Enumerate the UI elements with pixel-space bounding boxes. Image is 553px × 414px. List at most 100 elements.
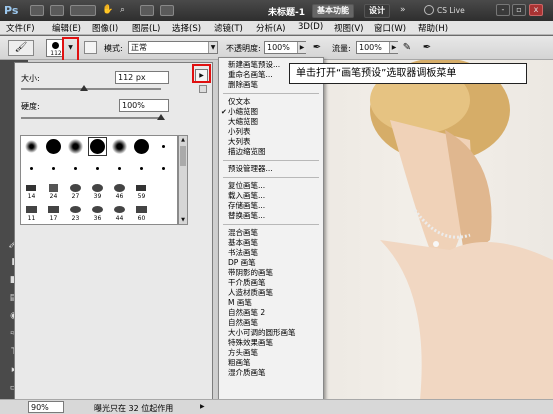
brush-dot-4[interactable] xyxy=(89,160,106,177)
menu-item-library[interactable]: 带阴影的画笔 xyxy=(219,268,323,278)
menu-item-text-only[interactable]: 仅文本 xyxy=(219,97,323,107)
opacity-dropdown-icon[interactable]: ▶ xyxy=(297,42,306,53)
scroll-thumb[interactable] xyxy=(180,146,186,166)
menu-layer[interactable]: 图层(L) xyxy=(132,22,160,34)
flow-dropdown-icon[interactable]: ▶ xyxy=(389,42,398,53)
brush-dot-small[interactable] xyxy=(155,138,172,155)
menu-file[interactable]: 文件(F) xyxy=(6,22,35,34)
hardness-input[interactable]: 100% xyxy=(119,99,169,112)
brush-texture-9[interactable]: 23 xyxy=(67,204,84,222)
menu-item-library[interactable]: 基本画笔 xyxy=(219,238,323,248)
brush-panel-toggle-icon[interactable] xyxy=(84,41,97,54)
reset-size-icon[interactable] xyxy=(199,85,207,93)
menu-filter[interactable]: 滤镜(T) xyxy=(214,22,243,34)
size-slider-track[interactable] xyxy=(21,88,161,90)
menu-view[interactable]: 视图(V) xyxy=(334,22,363,34)
brush-dot-5[interactable] xyxy=(111,160,128,177)
brush-texture-6[interactable]: 59 xyxy=(133,182,150,200)
tablet-size-icon[interactable]: ✒ xyxy=(420,40,434,55)
size-input[interactable]: 112 px xyxy=(115,71,169,84)
menu-analysis[interactable]: 分析(A) xyxy=(256,22,285,34)
workspace-design-button[interactable]: 设计 xyxy=(364,4,390,18)
brush-hard-round-3[interactable] xyxy=(133,138,150,155)
status-menu-icon[interactable]: ▶ xyxy=(200,403,205,410)
airbrush-icon[interactable]: ✎ xyxy=(400,40,414,55)
menu-item-preset-manager[interactable]: 预设管理器... xyxy=(219,164,323,174)
menu-item-library[interactable]: 方头画笔 xyxy=(219,348,323,358)
menu-3d[interactable]: 3D(D) xyxy=(298,22,323,32)
menu-item-library[interactable]: 自然画笔 xyxy=(219,318,323,328)
menu-item-replace[interactable]: 替换画笔... xyxy=(219,211,323,221)
menu-item-library[interactable]: M 画笔 xyxy=(219,298,323,308)
menu-item-library[interactable]: 混合画笔 xyxy=(219,228,323,238)
brush-texture-1[interactable]: 14 xyxy=(23,182,40,200)
minimize-button[interactable]: - xyxy=(496,4,510,16)
size-slider-knob[interactable] xyxy=(80,85,88,91)
brush-texture-12[interactable]: 60 xyxy=(133,204,150,222)
tablet-opacity-icon[interactable]: ✒ xyxy=(310,40,324,55)
menu-item-library[interactable]: 大小可调的圆形画笔 xyxy=(219,328,323,338)
menu-item-small-list[interactable]: 小列表 xyxy=(219,127,323,137)
menu-item-small-thumb[interactable]: 小缩览图 xyxy=(219,107,323,117)
brush-grid-scrollbar[interactable]: ▲ ▼ xyxy=(178,135,188,225)
hand-tool-icon[interactable]: ✋ xyxy=(102,5,116,16)
brush-dot-6[interactable] xyxy=(133,160,150,177)
brush-texture-2[interactable]: 24 xyxy=(45,182,62,200)
arrange-icon[interactable] xyxy=(140,5,154,16)
cs-live-label[interactable]: CS Live xyxy=(437,6,465,15)
menu-item-reset[interactable]: 复位画笔... xyxy=(219,181,323,191)
brush-dot-2[interactable] xyxy=(45,160,62,177)
hardness-slider-track[interactable] xyxy=(21,117,161,119)
screen-mode-icon[interactable] xyxy=(160,5,174,16)
close-button[interactable]: x xyxy=(529,4,543,16)
zoom-level-icon[interactable] xyxy=(70,5,96,16)
brush-texture-10[interactable]: 36 xyxy=(89,204,106,222)
brush-texture-3[interactable]: 27 xyxy=(67,182,84,200)
mode-dropdown-icon[interactable]: ▼ xyxy=(208,42,217,53)
menu-edit[interactable]: 编辑(E) xyxy=(52,22,81,34)
menu-item-save[interactable]: 存储画笔... xyxy=(219,201,323,211)
workspace-essentials-button[interactable]: 基本功能 xyxy=(312,4,354,18)
scroll-up-icon[interactable]: ▲ xyxy=(179,136,187,144)
menu-item-library[interactable]: 特殊效果画笔 xyxy=(219,338,323,348)
minibridge-icon[interactable] xyxy=(50,5,64,16)
brush-texture-8[interactable]: 17 xyxy=(45,204,62,222)
menu-item-library[interactable]: 干介质画笔 xyxy=(219,278,323,288)
menu-item-library[interactable]: 人造材质画笔 xyxy=(219,288,323,298)
maximize-button[interactable]: ▫ xyxy=(512,4,526,16)
brush-soft-round-1[interactable] xyxy=(23,138,40,155)
brush-texture-11[interactable]: 44 xyxy=(111,204,128,222)
brush-texture-7[interactable]: 11 xyxy=(23,204,40,222)
menu-item-library[interactable]: 湿介质画笔 xyxy=(219,368,323,378)
brush-soft-round-3[interactable] xyxy=(111,138,128,155)
menu-item-large-list[interactable]: 大列表 xyxy=(219,137,323,147)
brush-texture-4[interactable]: 39 xyxy=(89,182,106,200)
cs-live-icon[interactable] xyxy=(424,5,434,15)
brush-dot-7[interactable] xyxy=(155,160,172,177)
brush-hard-round-2[interactable] xyxy=(88,137,107,156)
expand-icon[interactable]: » xyxy=(400,5,406,15)
menu-item-library[interactable]: 粗画笔 xyxy=(219,358,323,368)
menu-item-library[interactable]: 书法画笔 xyxy=(219,248,323,258)
brush-dot-1[interactable] xyxy=(23,160,40,177)
brush-soft-round-2[interactable] xyxy=(67,138,84,155)
menu-item-library[interactable]: 自然画笔 2 xyxy=(219,308,323,318)
hardness-slider-knob[interactable] xyxy=(157,114,165,120)
brush-tool-preset-icon[interactable]: 🖌 xyxy=(8,40,34,56)
brush-dot-3[interactable] xyxy=(67,160,84,177)
menu-item-large-thumb[interactable]: 大缩览图 xyxy=(219,117,323,127)
menu-select[interactable]: 选择(S) xyxy=(172,22,201,34)
scroll-down-icon[interactable]: ▼ xyxy=(179,216,187,224)
menu-item-stroke-thumb[interactable]: 描边缩览图 xyxy=(219,147,323,157)
menu-help[interactable]: 帮助(H) xyxy=(418,22,448,34)
bridge-icon[interactable] xyxy=(30,5,44,16)
brush-texture-5[interactable]: 46 xyxy=(111,182,128,200)
menu-item-library[interactable]: DP 画笔 xyxy=(219,258,323,268)
menu-window[interactable]: 窗口(W) xyxy=(374,22,406,34)
mode-select[interactable]: 正常 xyxy=(128,41,218,54)
menu-item-load[interactable]: 载入画笔... xyxy=(219,191,323,201)
brush-hard-round-1[interactable] xyxy=(45,138,62,155)
zoom-tool-icon[interactable]: ⌕ xyxy=(120,5,134,16)
menu-image[interactable]: 图像(I) xyxy=(92,22,118,34)
brush-preset-grid[interactable]: 14 24 27 39 46 59 11 17 23 36 44 60 xyxy=(20,135,178,225)
